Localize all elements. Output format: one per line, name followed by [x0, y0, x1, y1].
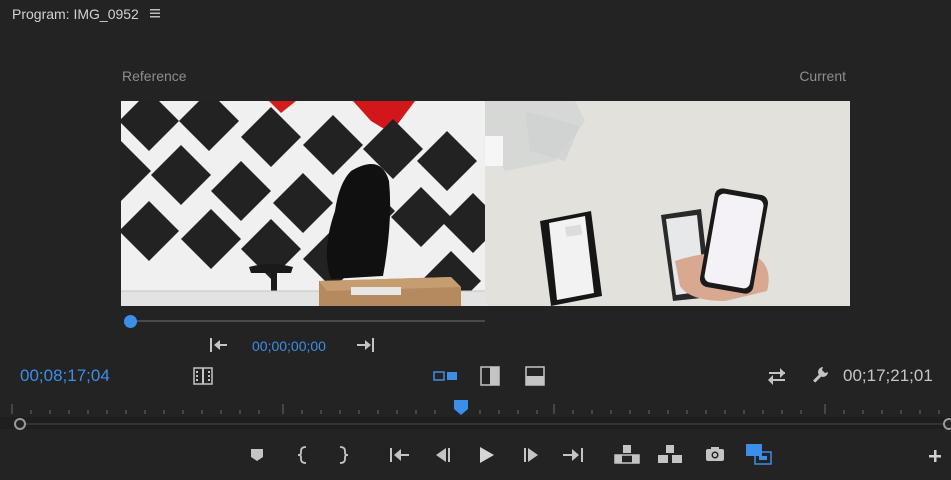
mark-out-icon[interactable] [337, 446, 349, 464]
panel-title: Program: IMG_0952 [12, 6, 139, 22]
export-frame-icon[interactable] [705, 446, 725, 462]
go-to-in-icon[interactable] [389, 447, 411, 463]
mark-in-icon[interactable] [297, 446, 309, 464]
wrench-icon[interactable] [810, 365, 830, 385]
reference-frame [121, 101, 485, 306]
vertical-split-icon[interactable] [480, 366, 500, 386]
reference-timecode[interactable]: 00;00;00;00 [252, 338, 326, 354]
playhead-marker[interactable] [454, 400, 468, 416]
add-marker-icon[interactable] [250, 447, 264, 463]
step-forward-icon[interactable] [522, 447, 540, 463]
add-button-icon[interactable] [928, 449, 942, 463]
go-to-out-icon[interactable] [356, 337, 376, 353]
current-frame [485, 101, 850, 306]
step-back-icon[interactable] [434, 447, 452, 463]
lift-icon[interactable] [614, 444, 640, 464]
hamburger-icon[interactable] [149, 7, 161, 19]
time-ruler[interactable] [0, 398, 951, 438]
reference-scrub-track[interactable] [130, 320, 485, 322]
play-icon[interactable] [478, 446, 496, 464]
current-label: Current [799, 68, 846, 84]
playhead-timecode[interactable]: 00;08;17;04 [20, 366, 110, 386]
side-by-side-icon[interactable] [433, 369, 459, 383]
horizontal-split-icon[interactable] [525, 366, 545, 386]
reference-label: Reference [122, 68, 187, 84]
swap-icon[interactable] [766, 367, 788, 385]
comparison-viewer [121, 101, 850, 306]
duration-timecode: 00;17;21;01 [843, 366, 933, 385]
reference-scrub-handle[interactable] [124, 315, 137, 328]
trim-icon[interactable] [193, 367, 213, 385]
extract-icon[interactable] [657, 444, 683, 464]
comparison-view-icon[interactable] [745, 443, 773, 467]
go-to-out-icon[interactable] [562, 447, 584, 463]
go-to-in-icon[interactable] [209, 337, 229, 353]
